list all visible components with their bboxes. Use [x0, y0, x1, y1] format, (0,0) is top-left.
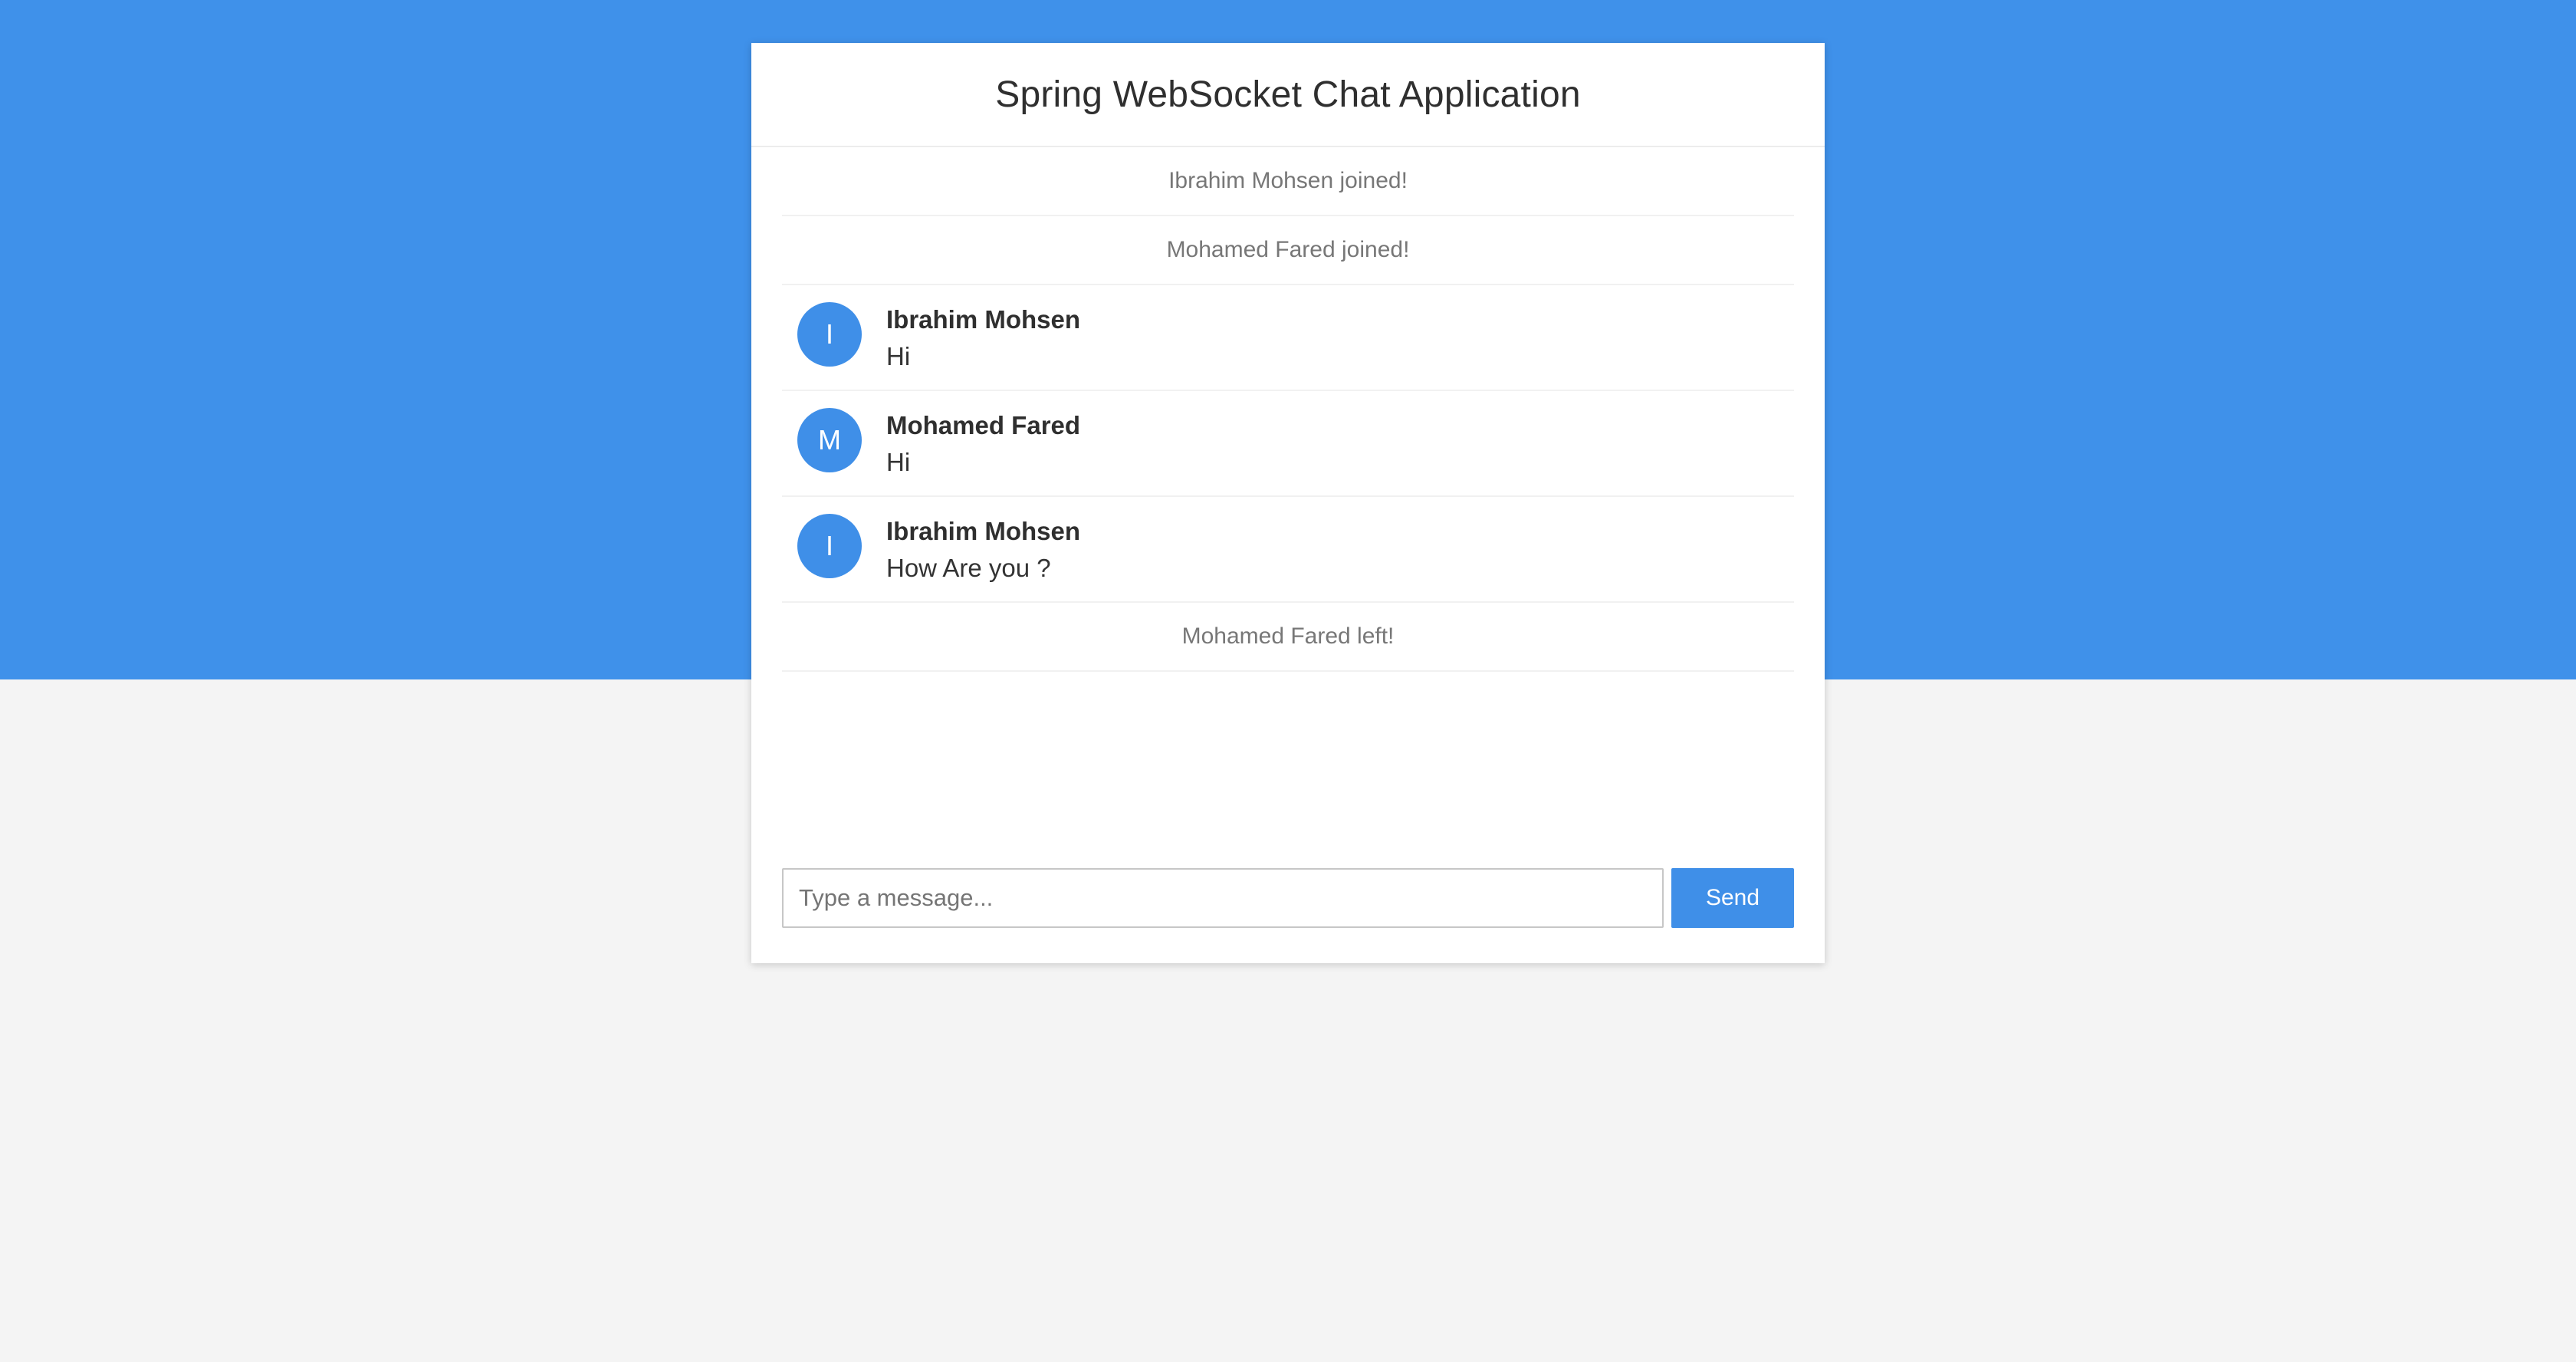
avatar: I	[797, 302, 862, 367]
avatar: I	[797, 514, 862, 578]
message-list: Ibrahim Mohsen joined! Mohamed Fared joi…	[782, 147, 1794, 672]
chat-container: Spring WebSocket Chat Application Ibrahi…	[751, 43, 1825, 963]
avatar: M	[797, 408, 862, 472]
message-text: Hi	[886, 342, 911, 370]
event-message-text: Ibrahim Mohsen joined!	[1168, 168, 1408, 193]
chat-header: Spring WebSocket Chat Application	[751, 43, 1825, 147]
event-message-joined: Ibrahim Mohsen joined!	[782, 147, 1794, 216]
chat-message: M Mohamed Fared Hi	[782, 391, 1794, 497]
message-text: Hi	[886, 448, 911, 476]
message-input[interactable]	[782, 868, 1664, 928]
page-title: Spring WebSocket Chat Application	[995, 74, 1581, 115]
message-composer: Send	[782, 868, 1794, 928]
event-message-text: Mohamed Fared left!	[1181, 623, 1395, 649]
send-button[interactable]: Send	[1671, 868, 1794, 928]
chat-message: I Ibrahim Mohsen How Are you ?	[782, 497, 1794, 603]
event-message-text: Mohamed Fared joined!	[1166, 237, 1410, 262]
event-message-joined: Mohamed Fared joined!	[782, 216, 1794, 285]
sender-name: Mohamed Fared	[886, 411, 1081, 439]
message-text: How Are you ?	[886, 554, 1051, 582]
sender-name: Ibrahim Mohsen	[886, 517, 1081, 545]
chat-message: I Ibrahim Mohsen Hi	[782, 285, 1794, 391]
event-message-left: Mohamed Fared left!	[782, 603, 1794, 672]
sender-name: Ibrahim Mohsen	[886, 305, 1081, 334]
